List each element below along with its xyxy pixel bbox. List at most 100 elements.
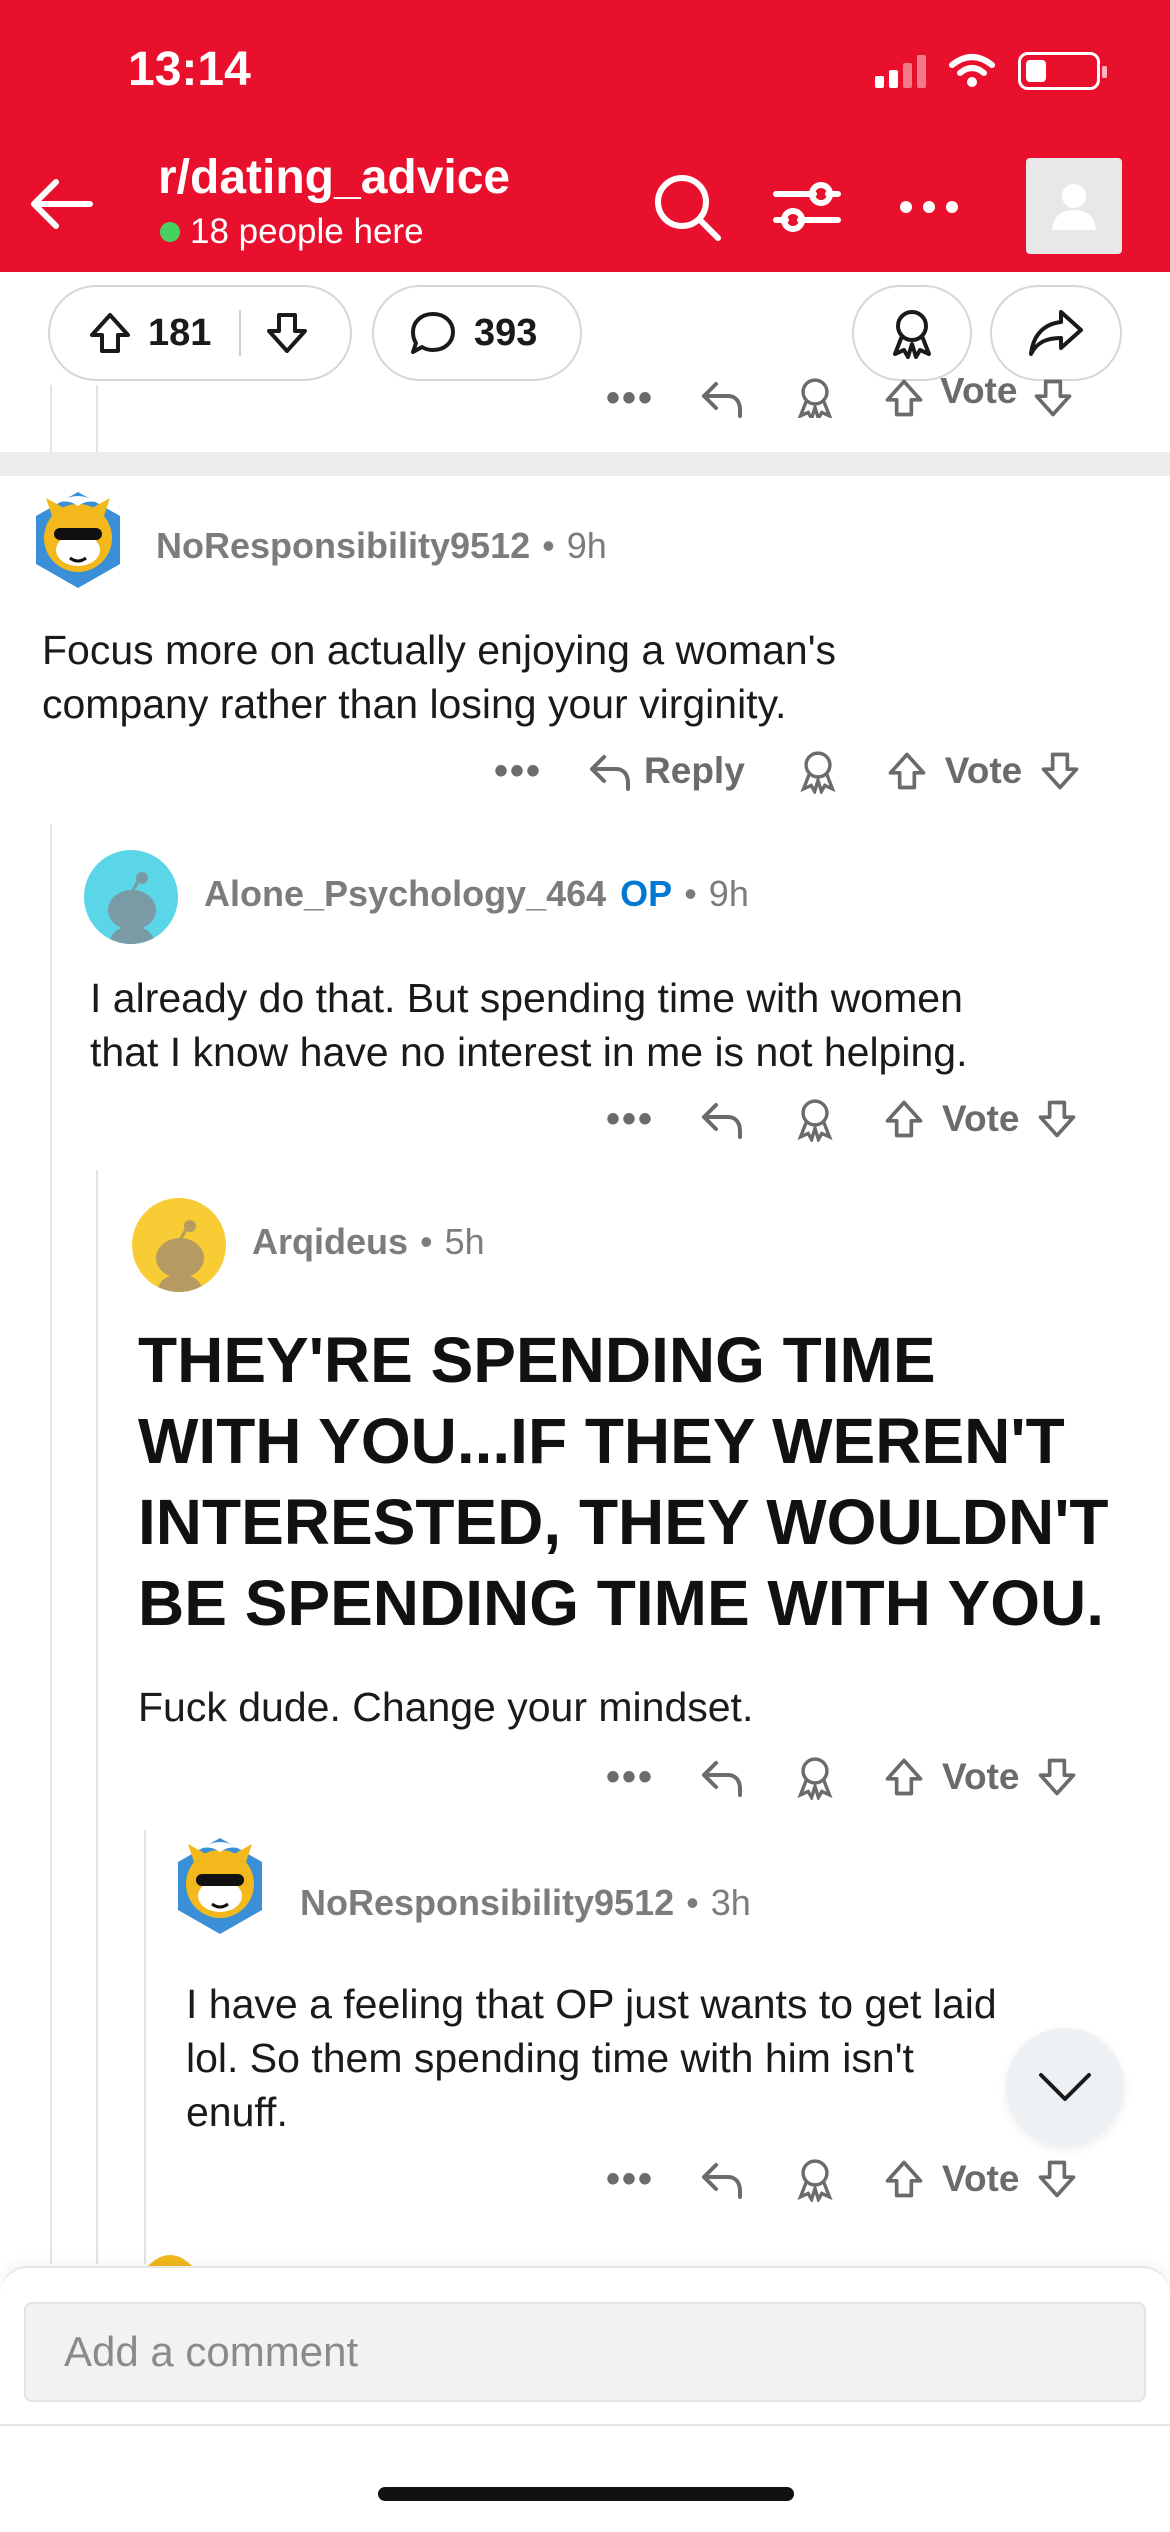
- comment-actions: ••• Reply Vote: [494, 748, 1082, 794]
- comment-meta: NoResponsibility9512 • 9h: [156, 525, 607, 567]
- snoo-avatar[interactable]: [132, 1198, 226, 1292]
- reply-icon[interactable]: [698, 1755, 744, 1799]
- more-options-icon[interactable]: •••: [606, 378, 654, 418]
- filter-icon[interactable]: [770, 170, 844, 244]
- downvote-icon[interactable]: [1035, 1755, 1079, 1799]
- battery-icon: [1018, 52, 1107, 90]
- share-icon: [1029, 310, 1083, 356]
- downvote-icon[interactable]: [263, 309, 311, 357]
- reply-button[interactable]: Reply: [586, 749, 745, 793]
- downvote-icon[interactable]: [1031, 378, 1075, 418]
- more-options-icon[interactable]: •••: [606, 1097, 654, 1142]
- comment-body: Focus more on actually enjoying a woman'…: [42, 623, 836, 731]
- downvote-icon[interactable]: [1038, 749, 1082, 793]
- comment-author[interactable]: Alone_Psychology_464: [204, 873, 606, 915]
- online-text: 18 people here: [190, 212, 424, 251]
- comment-body: I already do that. But spending time wit…: [90, 971, 967, 1079]
- vote-label: Vote: [940, 378, 1018, 411]
- search-icon[interactable]: [650, 170, 724, 244]
- comment-meta: Arqideus • 5h: [252, 1221, 485, 1263]
- heading-line: INTERESTED, THEY WOULDN'T: [138, 1486, 1109, 1558]
- wifi-icon: [949, 54, 995, 87]
- upvote-icon[interactable]: [882, 2157, 926, 2201]
- reply-icon[interactable]: [698, 378, 744, 418]
- upvote-icon[interactable]: [882, 1755, 926, 1799]
- snoo-tiger-avatar[interactable]: [30, 488, 126, 592]
- comment-bubble-icon: [411, 312, 455, 354]
- meta-separator: •: [686, 1882, 699, 1923]
- award-button[interactable]: [852, 285, 972, 381]
- upvote-icon[interactable]: [882, 1097, 926, 1141]
- meta-separator: •: [542, 525, 555, 566]
- vote-label: Vote: [942, 1098, 1020, 1139]
- vote-pill: 181: [48, 285, 352, 381]
- comment-body: I have a feeling that OP just wants to g…: [186, 1977, 997, 2139]
- award-icon[interactable]: [792, 1096, 838, 1142]
- award-icon[interactable]: [795, 748, 841, 794]
- award-icon[interactable]: [792, 378, 838, 418]
- more-options-icon[interactable]: •••: [606, 2157, 654, 2202]
- downvote-icon[interactable]: [1035, 2157, 1079, 2201]
- snoo-tiger-avatar: [138, 2238, 202, 2268]
- comment-age: 5h: [444, 1221, 485, 1262]
- subreddit-title[interactable]: r/dating_advice: [158, 150, 510, 205]
- comment-body: Fuck dude. Change your mindset.: [138, 1680, 753, 1734]
- comment-author[interactable]: NoResponsibility9512: [156, 525, 530, 567]
- comment-line: that I know have no interest in me is no…: [90, 1029, 968, 1075]
- reply-icon[interactable]: [698, 1097, 744, 1141]
- thread-line: [50, 824, 52, 2264]
- home-indicator[interactable]: [378, 2487, 794, 2501]
- back-arrow-icon[interactable]: [26, 168, 98, 240]
- upvote-count: 181: [148, 311, 212, 354]
- user-silhouette-icon: [1052, 184, 1096, 230]
- reply-label: Reply: [644, 750, 745, 791]
- status-icons: [875, 52, 1107, 90]
- snoo-tiger-avatar[interactable]: [172, 1834, 268, 1938]
- comment-author[interactable]: NoResponsibility9512: [300, 1882, 674, 1924]
- thread-line: [144, 1830, 146, 2264]
- add-comment-input[interactable]: [24, 2302, 1146, 2402]
- reply-icon: [590, 755, 631, 791]
- more-icon[interactable]: [892, 170, 966, 244]
- vote-label: Vote: [942, 1756, 1020, 1797]
- prev-comment-actions: ••• Vote: [606, 378, 1075, 418]
- comment-line: I have a feeling that OP just wants to g…: [186, 1981, 997, 2027]
- comment-line: I already do that. But spending time wit…: [90, 975, 963, 1021]
- upvote-icon[interactable]: [882, 378, 926, 418]
- comment-age: 9h: [566, 525, 607, 566]
- award-icon[interactable]: [792, 1754, 838, 1800]
- comment-line: Fuck dude. Change your mindset.: [138, 1684, 754, 1730]
- op-badge: OP: [620, 873, 673, 914]
- upvote-icon[interactable]: [86, 309, 134, 357]
- vote-label: Vote: [944, 750, 1023, 791]
- thread-line: [96, 1170, 98, 2264]
- meta-separator: •: [420, 1221, 433, 1262]
- comment-line: enuff.: [186, 2089, 288, 2135]
- profile-icon[interactable]: [1026, 158, 1122, 254]
- more-options-icon[interactable]: •••: [606, 1755, 654, 1800]
- comment-actions: ••• Vote: [606, 1754, 1079, 1800]
- upvote-icon[interactable]: [885, 749, 929, 793]
- vote-label: Vote: [942, 2158, 1020, 2199]
- status-time: 13:14: [128, 43, 251, 96]
- award-icon: [893, 310, 931, 359]
- comment-actions: ••• Vote: [606, 2156, 1079, 2202]
- section-divider: [0, 452, 1170, 476]
- snoo-avatar[interactable]: [84, 850, 178, 944]
- chevron-down-icon: [1039, 2073, 1091, 2101]
- app-header: 13:14 r/dating_advice 18 people here: [0, 0, 1170, 272]
- comments-pill[interactable]: 393: [372, 285, 582, 381]
- reply-icon[interactable]: [698, 2157, 744, 2201]
- composer-divider: [0, 2424, 1170, 2426]
- comment-line: Focus more on actually enjoying a woman'…: [42, 627, 837, 673]
- scroll-down-button[interactable]: [1006, 2028, 1124, 2146]
- thread-line: [50, 385, 52, 455]
- share-button[interactable]: [990, 285, 1122, 381]
- award-icon[interactable]: [792, 2156, 838, 2202]
- heading-line: THEY'RE SPENDING TIME: [138, 1324, 936, 1396]
- downvote-icon[interactable]: [1035, 1097, 1079, 1141]
- comment-age: 3h: [710, 1882, 751, 1923]
- online-dot-icon: [160, 222, 180, 242]
- comment-author[interactable]: Arqideus: [252, 1221, 408, 1263]
- more-options-icon[interactable]: •••: [494, 749, 542, 794]
